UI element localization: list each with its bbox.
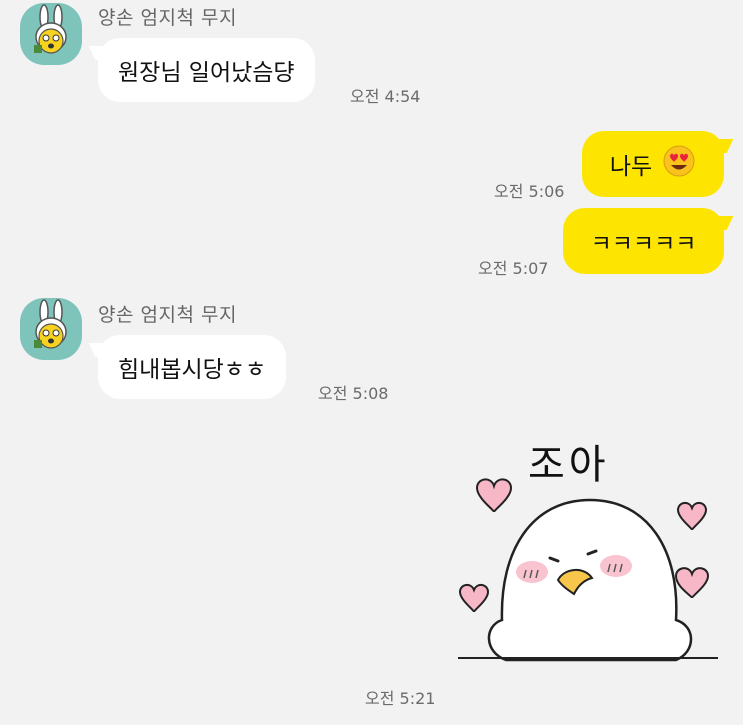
bubble-tail — [710, 216, 734, 230]
sticker[interactable]: 조아 — [450, 420, 725, 685]
message-time: 오전 5:07 — [478, 259, 549, 278]
message-bubble[interactable]: ㅋㅋㅋㅋㅋ — [563, 208, 734, 274]
bubble-tail — [88, 343, 112, 357]
bubble-tail — [710, 139, 734, 153]
bubble-tail — [88, 46, 112, 60]
message-text: 원장님 일어났슴댱 — [118, 60, 295, 86]
message-bubble[interactable]: 힘내봅시당ㅎㅎ — [88, 335, 287, 399]
muzi-avatar-icon — [34, 299, 67, 349]
message-time: 오전 5:21 — [365, 689, 436, 708]
heart-sticker-icon — [458, 478, 718, 662]
avatar[interactable] — [20, 298, 82, 360]
message-bubble[interactable]: 나두 — [582, 131, 734, 197]
muzi-avatar-icon — [34, 4, 67, 54]
avatar[interactable] — [20, 3, 82, 65]
message-time: 오전 5:06 — [494, 182, 565, 201]
heart-eyes-emoji-icon — [662, 144, 696, 184]
sender-name: 양손 엄지척 무지 — [98, 304, 237, 326]
message-time: 오전 4:54 — [350, 87, 421, 106]
message-text: 힘내봅시당ㅎㅎ — [118, 357, 267, 383]
message-bubble[interactable]: 원장님 일어났슴댱 — [88, 38, 315, 102]
message-time: 오전 5:08 — [318, 384, 389, 403]
message-text: ㅋㅋㅋㅋㅋ — [590, 231, 697, 257]
sender-name: 양손 엄지척 무지 — [98, 7, 237, 29]
message-text: 나두 — [609, 154, 653, 180]
